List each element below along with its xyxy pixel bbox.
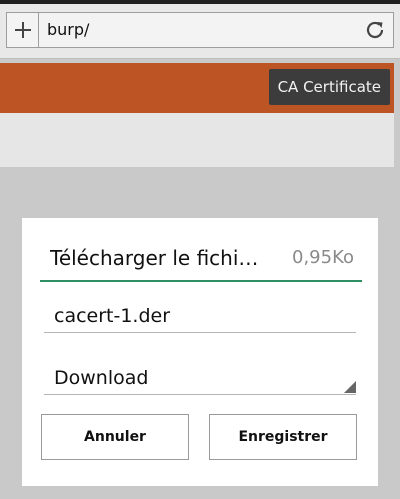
url-text[interactable]: burp/ xyxy=(47,13,89,47)
new-tab-button[interactable] xyxy=(7,13,39,47)
file-size: 0,95Ko xyxy=(292,247,354,268)
page-header-banner: CA Certificate xyxy=(0,63,394,113)
dialog-title: Télécharger le fichi… xyxy=(50,246,259,270)
cancel-button[interactable]: Annuler xyxy=(41,414,189,460)
reload-button[interactable] xyxy=(361,16,389,44)
folder-select[interactable]: Download xyxy=(44,364,356,395)
filename-field[interactable]: cacert-1.der xyxy=(44,302,356,333)
ca-certificate-button[interactable]: CA Certificate xyxy=(268,69,390,105)
dialog-header: Télécharger le fichi… 0,95Ko xyxy=(50,242,354,282)
folder-selected-value[interactable]: Download xyxy=(54,364,148,392)
page-content-band xyxy=(0,113,394,167)
save-button[interactable]: Enregistrer xyxy=(209,414,357,460)
download-dialog: Télécharger le fichi… 0,95Ko cacert-1.de… xyxy=(22,218,378,486)
filename-value[interactable]: cacert-1.der xyxy=(54,302,170,330)
browser-toolbar: burp/ xyxy=(0,4,400,59)
plus-icon xyxy=(14,22,31,38)
title-divider xyxy=(40,280,362,282)
url-bar[interactable]: burp/ xyxy=(6,12,394,48)
reload-icon xyxy=(366,21,384,39)
dropdown-arrow-icon[interactable] xyxy=(344,381,356,393)
